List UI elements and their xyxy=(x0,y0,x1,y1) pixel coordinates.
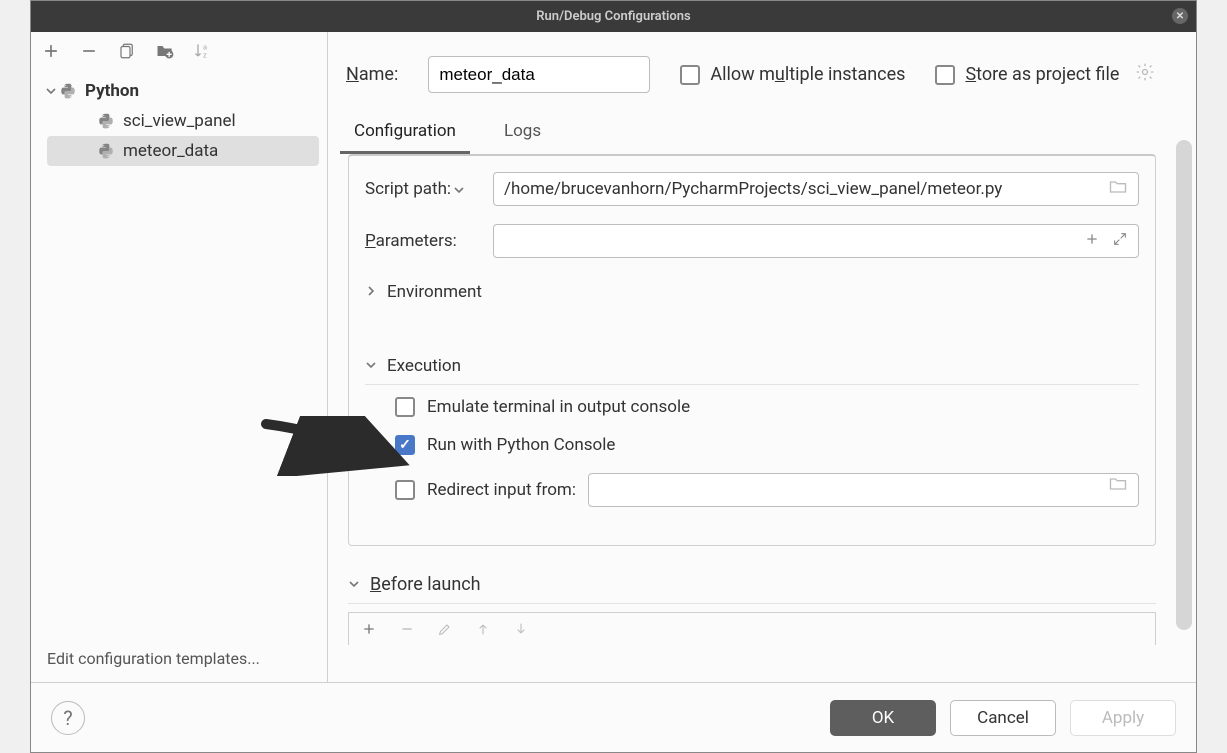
folder-icon[interactable] xyxy=(1108,177,1128,202)
gear-icon[interactable] xyxy=(1135,62,1155,87)
checkbox-run-python-console[interactable] xyxy=(395,435,415,455)
tab-configuration[interactable]: Configuration xyxy=(340,111,470,154)
up-arrow-icon[interactable] xyxy=(473,619,493,639)
name-label: Name: xyxy=(346,64,398,85)
tree-item-meteor-data[interactable]: meteor_data xyxy=(47,136,319,166)
config-body: Script path: /home/brucevanhorn/PycharmP… xyxy=(348,154,1156,546)
parameters-input[interactable] xyxy=(493,224,1139,258)
main-area: az Python sci_view_panel xyxy=(31,32,1196,682)
redirect-input-label: Redirect input from: xyxy=(427,480,576,500)
close-icon[interactable]: ✕ xyxy=(1172,8,1188,24)
help-button[interactable]: ? xyxy=(51,701,85,735)
tab-logs[interactable]: Logs xyxy=(490,111,555,154)
tree-item-label: meteor_data xyxy=(123,141,218,161)
execution-section[interactable]: Execution xyxy=(365,350,1139,385)
edit-templates-link[interactable]: Edit configuration templates... xyxy=(31,635,327,682)
tree-item-sci-view-panel[interactable]: sci_view_panel xyxy=(31,106,327,136)
chevron-down-icon xyxy=(365,356,377,376)
cancel-button[interactable]: Cancel xyxy=(950,700,1056,736)
titlebar: Run/Debug Configurations ✕ xyxy=(31,1,1196,32)
execution-label: Execution xyxy=(387,356,461,376)
script-path-label: Script path: xyxy=(365,179,493,199)
checkbox-emulate-terminal[interactable] xyxy=(395,397,415,417)
run-python-console-label: Run with Python Console xyxy=(427,435,615,455)
environment-section[interactable]: Environment xyxy=(365,276,1139,310)
script-path-input[interactable]: /home/brucevanhorn/PycharmProjects/sci_v… xyxy=(493,172,1139,206)
checkbox-store-project[interactable] xyxy=(935,65,955,85)
add-config-icon[interactable] xyxy=(39,39,63,63)
apply-button: Apply xyxy=(1070,700,1176,736)
tabbar: Configuration Logs xyxy=(328,111,1196,154)
allow-multiple-row[interactable]: Allow multiple instances xyxy=(680,64,905,85)
ok-button[interactable]: OK xyxy=(830,700,936,736)
edit-icon[interactable] xyxy=(435,619,455,639)
remove-config-icon[interactable] xyxy=(77,39,101,63)
chevron-down-icon[interactable] xyxy=(43,85,59,97)
parameters-label: Parameters: xyxy=(365,231,493,251)
run-python-console-row[interactable]: Run with Python Console xyxy=(395,435,1139,455)
store-project-row[interactable]: Store as project file xyxy=(935,62,1155,87)
run-debug-config-window: Run/Debug Configurations ✕ az xyxy=(30,0,1197,753)
tree-root-python[interactable]: Python xyxy=(31,76,327,106)
chevron-right-icon xyxy=(365,282,377,302)
copy-config-icon[interactable] xyxy=(115,39,139,63)
allow-multiple-label: Allow multiple instances xyxy=(710,64,905,85)
save-template-icon[interactable] xyxy=(153,39,177,63)
minus-icon[interactable] xyxy=(397,619,417,639)
plus-icon[interactable] xyxy=(359,619,379,639)
python-icon xyxy=(59,82,77,100)
store-project-label: Store as project file xyxy=(965,64,1119,85)
redirect-input-row: Redirect input from: xyxy=(395,473,1139,507)
svg-text:z: z xyxy=(203,51,207,60)
before-launch-toolbar xyxy=(348,612,1156,645)
parameters-row: Parameters: xyxy=(365,224,1139,258)
before-launch-label: Before launch xyxy=(370,574,481,595)
checkbox-redirect-input[interactable] xyxy=(395,480,415,500)
python-icon xyxy=(97,112,115,130)
execution-options: Emulate terminal in output console Run w… xyxy=(365,397,1139,507)
tree-root-label: Python xyxy=(85,81,139,101)
sort-az-icon[interactable]: az xyxy=(191,39,215,63)
python-icon xyxy=(97,142,115,160)
environment-label: Environment xyxy=(387,282,482,302)
top-fields: Name: Allow multiple instances Store as … xyxy=(328,32,1196,101)
checkbox-allow-multiple[interactable] xyxy=(680,65,700,85)
tree-item-label: sci_view_panel xyxy=(123,111,236,131)
config-tree: Python sci_view_panel meteor_data xyxy=(31,70,327,635)
down-arrow-icon[interactable] xyxy=(511,619,531,639)
expand-icon[interactable] xyxy=(1112,231,1128,252)
emulate-terminal-label: Emulate terminal in output console xyxy=(427,397,690,417)
window-title: Run/Debug Configurations xyxy=(536,9,690,24)
footer: ? OK Cancel Apply xyxy=(31,682,1196,752)
scrollbar[interactable] xyxy=(1176,140,1192,630)
script-path-value: /home/brucevanhorn/PycharmProjects/sci_v… xyxy=(504,179,1002,199)
tree-toolbar: az xyxy=(31,32,327,70)
script-path-row: Script path: /home/brucevanhorn/PycharmP… xyxy=(365,172,1139,206)
emulate-terminal-row[interactable]: Emulate terminal in output console xyxy=(395,397,1139,417)
before-launch-header[interactable]: Before launch xyxy=(348,568,1156,604)
chevron-down-icon xyxy=(348,574,360,595)
right-panel: Name: Allow multiple instances Store as … xyxy=(328,32,1196,682)
left-panel: az Python sci_view_panel xyxy=(31,32,328,682)
redirect-input-field[interactable] xyxy=(588,473,1139,507)
plus-icon[interactable] xyxy=(1084,231,1100,252)
before-launch-section: Before launch xyxy=(348,568,1156,645)
folder-icon[interactable] xyxy=(1108,474,1128,499)
name-input[interactable] xyxy=(428,56,650,93)
